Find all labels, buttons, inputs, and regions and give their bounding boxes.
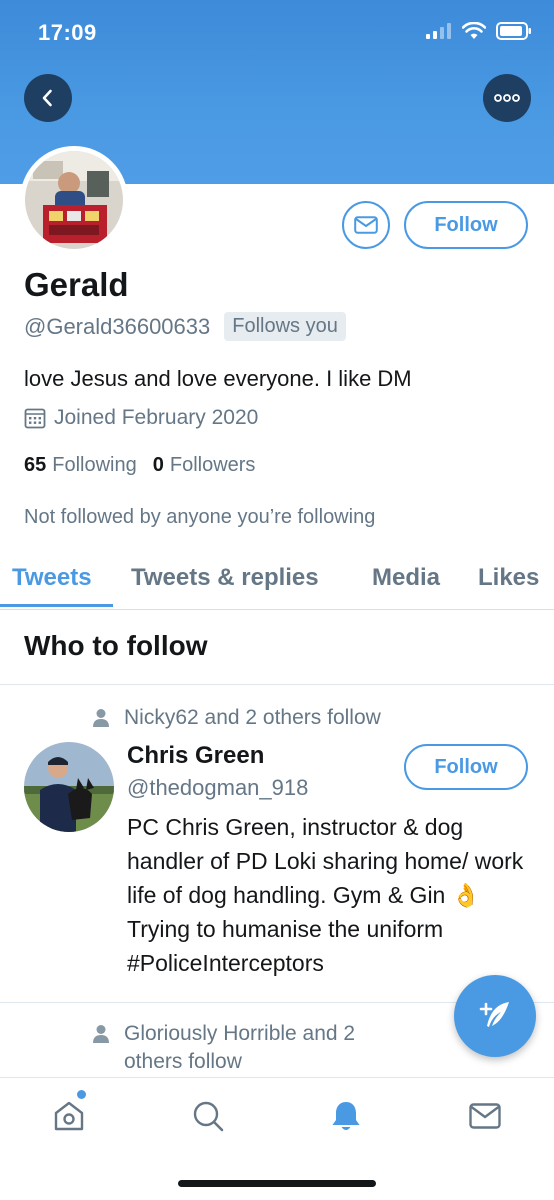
tab-media[interactable]: Media [372,564,440,592]
suggestion-bio: PC Chris Green, instructor & dog handler… [127,814,524,976]
person-icon [93,709,109,727]
battery-icon [496,22,531,40]
not-followed-note: Not followed by anyone you’re following [24,506,376,528]
following-label: Following [52,454,137,476]
mail-icon [469,1103,501,1129]
followers-count-link[interactable]: 0 Followers [153,454,256,477]
following-count: 65 [24,454,47,476]
social-proof-line-1: Gloriously Horrible and 2 [124,1022,356,1045]
chevron-left-icon [42,89,52,107]
followers-count: 0 [152,454,164,476]
home-notification-dot [77,1090,86,1099]
followers-label: Followers [169,454,256,476]
nav-home[interactable] [49,1096,89,1136]
status-bar: 17:09 [0,0,554,60]
compose-tweet-button[interactable] [454,975,536,1057]
message-button[interactable] [342,201,390,249]
suggestion-handle: @thedogman_918 [127,775,309,800]
suggestion-follow-button[interactable]: Follow [404,744,528,790]
more-options-button[interactable] [483,74,531,122]
divider [0,684,554,685]
suggestion-name[interactable]: Chris Green [127,742,264,770]
home-icon [54,1101,84,1131]
compose-feather-icon [479,1002,509,1027]
following-count-link[interactable]: 65 Following [24,454,137,477]
person-icon [93,1025,109,1043]
joined-date: Joined February 2020 [24,406,258,430]
suggestion-avatar[interactable] [24,742,114,832]
status-time: 17:09 [38,20,97,45]
profile-bio: love Jesus and love everyone. I like DM [24,366,412,391]
mail-icon [354,216,378,234]
search-icon [193,1101,224,1132]
social-proof: Gloriously Horrible and 2 others follow [92,1020,355,1076]
signal-icon [426,23,451,39]
more-icon [494,94,520,102]
nav-messages[interactable] [465,1096,505,1136]
tab-tweets-replies[interactable]: Tweets & replies [131,564,319,592]
active-tab-indicator [0,604,113,607]
profile-handle-row: @Gerald36600633 Follows you [24,312,346,341]
avatar-photo [25,151,123,249]
bell-icon [332,1102,360,1130]
nav-notifications[interactable] [326,1096,366,1136]
wifi-icon [462,22,486,39]
social-proof-text: Nicky62 and 2 others follow [124,706,381,729]
joined-text: Joined February 2020 [54,406,259,429]
status-icons [426,22,532,40]
profile-avatar[interactable] [20,146,128,254]
tab-likes[interactable]: Likes [478,564,539,592]
tab-tweets[interactable]: Tweets [12,564,92,592]
who-to-follow-title: Who to follow [24,630,208,661]
follows-you-badge: Follows you [224,312,346,341]
follow-button[interactable]: Follow [404,201,528,249]
social-proof-line-2: others follow [124,1050,242,1073]
calendar-icon [24,408,46,429]
social-proof: Nicky62 and 2 others follow [92,704,381,732]
back-button[interactable] [24,74,72,122]
profile-name: Gerald [24,266,129,303]
social-proof-text: Gloriously Horrible and 2 others follow [124,1020,355,1076]
profile-tabs: Tweets Tweets & replies Media Likes [0,556,554,610]
nav-search[interactable] [188,1096,228,1136]
home-indicator[interactable] [178,1180,376,1187]
profile-handle: @Gerald36600633 [24,313,211,339]
follow-counts: 65 Following 0 Followers [24,454,255,477]
